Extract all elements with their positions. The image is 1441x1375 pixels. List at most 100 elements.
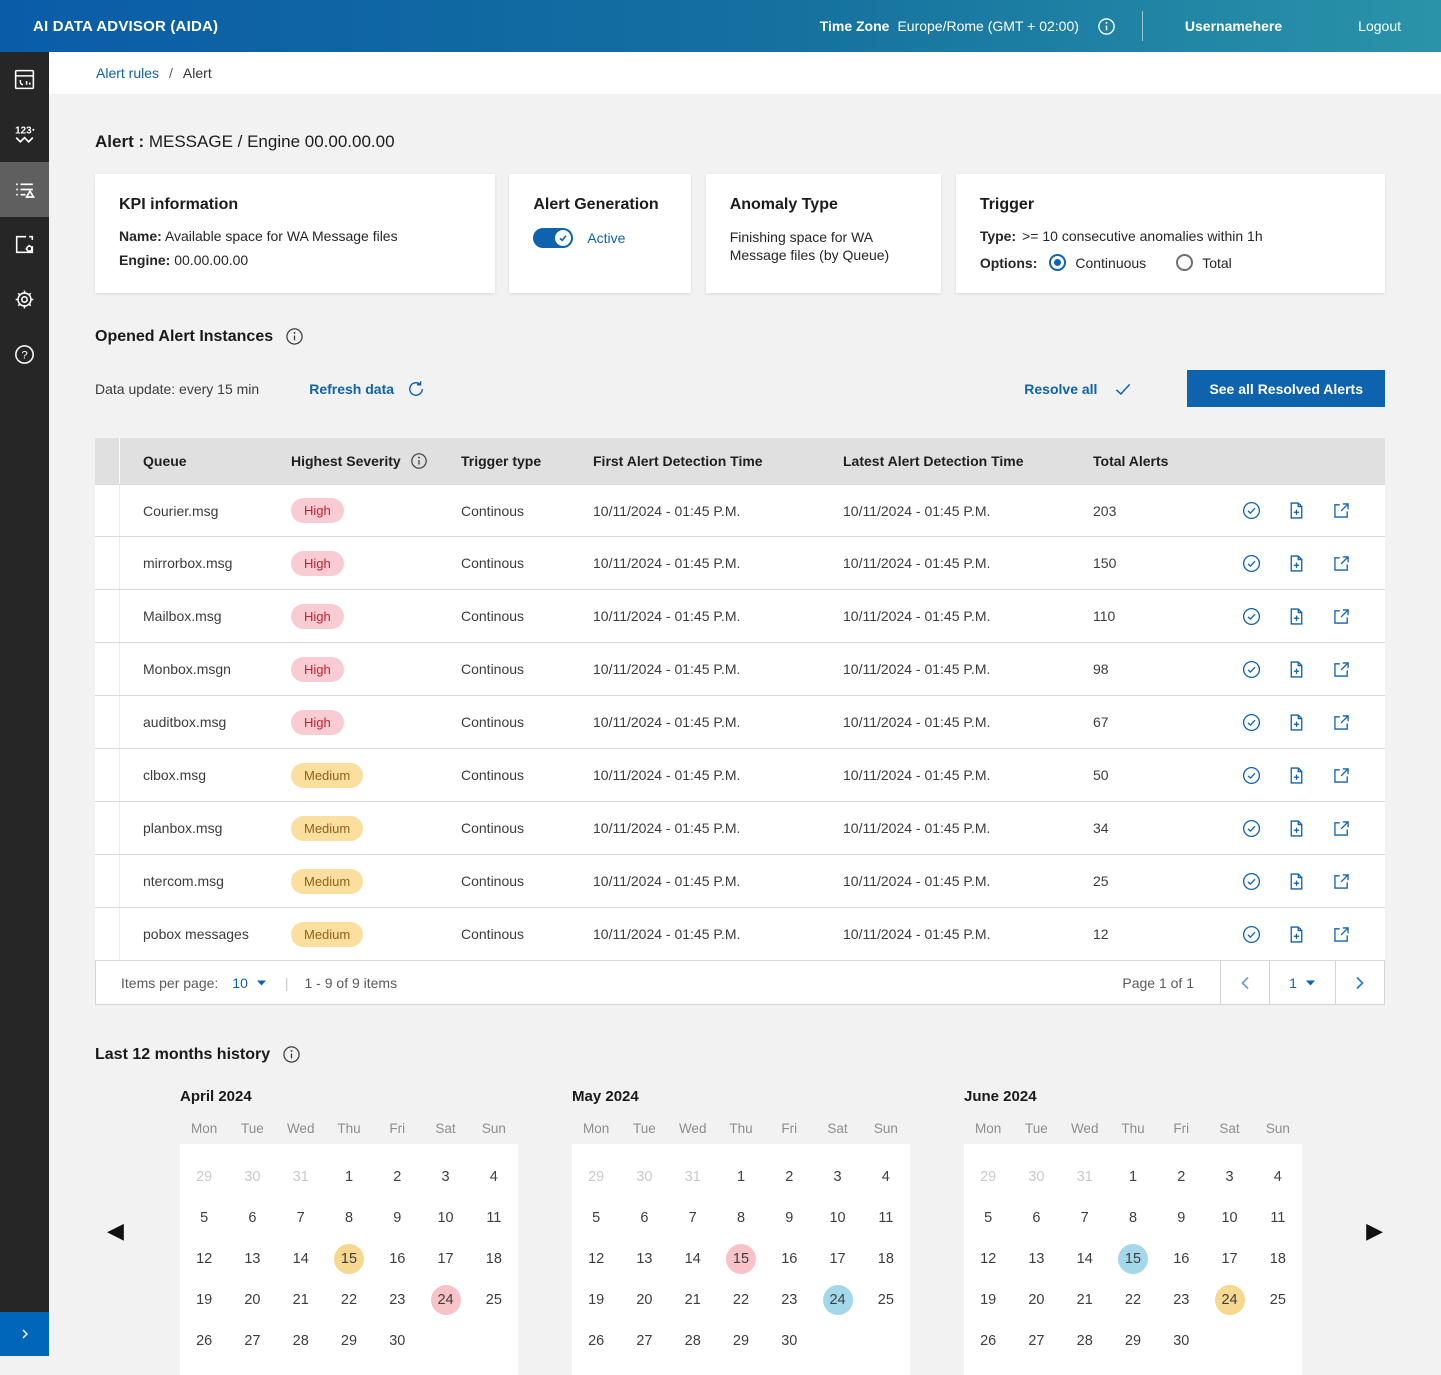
radio-total-label: Total xyxy=(1202,255,1232,271)
sidebar-item-kpi-trend[interactable]: 123 xyxy=(0,107,49,162)
calendar-day: 7 xyxy=(678,1203,708,1233)
calendar-day: 2 xyxy=(382,1162,412,1192)
resolve-check-circle-icon[interactable] xyxy=(1241,818,1262,839)
trigger-card: Trigger Type: >= 10 consecutive anomalie… xyxy=(956,174,1385,293)
calendar-day-cell: 19 xyxy=(964,1279,1012,1320)
sidebar-item-help[interactable]: ? xyxy=(0,327,49,382)
calendar-day-cell: 5 xyxy=(572,1197,620,1238)
sidebar-item-alert-rules[interactable] xyxy=(0,162,49,217)
history-info-icon[interactable] xyxy=(282,1045,301,1064)
radio-continuous[interactable] xyxy=(1049,254,1066,271)
queue-cell: Courier.msg xyxy=(120,503,268,519)
refresh-data-button[interactable]: Refresh data xyxy=(309,379,426,399)
calendar-day: 10 xyxy=(823,1203,853,1233)
opened-instances-info-icon[interactable] xyxy=(285,327,304,346)
report-file-plus-icon[interactable] xyxy=(1286,924,1307,945)
calendar-day-cell: 11 xyxy=(470,1197,518,1238)
timezone-info-icon[interactable] xyxy=(1097,17,1116,36)
open-external-link-icon[interactable] xyxy=(1331,924,1352,945)
open-external-link-icon[interactable] xyxy=(1331,606,1352,627)
report-file-plus-icon[interactable] xyxy=(1286,500,1307,521)
resolve-check-circle-icon[interactable] xyxy=(1241,553,1262,574)
username[interactable]: Usernamehere xyxy=(1185,18,1282,34)
calendar-day-cell xyxy=(470,1320,518,1361)
first-detection-cell: 10/11/2024 - 01:45 P.M. xyxy=(570,767,820,783)
calendar-day-cell: 19 xyxy=(180,1279,228,1320)
queue-cell: ntercom.msg xyxy=(120,873,268,889)
calendar-day-cell: 19 xyxy=(572,1279,620,1320)
items-per-page-select[interactable]: 10 xyxy=(232,975,267,991)
next-page-button[interactable] xyxy=(1335,961,1384,1004)
resolve-check-circle-icon[interactable] xyxy=(1241,659,1262,680)
open-external-link-icon[interactable] xyxy=(1331,871,1352,892)
resolve-all-button[interactable]: Resolve all xyxy=(1024,379,1133,399)
report-file-plus-icon[interactable] xyxy=(1286,765,1307,786)
row-expand-cell xyxy=(95,855,120,907)
resolve-check-circle-icon[interactable] xyxy=(1241,765,1262,786)
sidebar-item-engine-config[interactable] xyxy=(0,217,49,272)
sidebar-item-settings[interactable] xyxy=(0,272,49,327)
calendar-next-arrow[interactable]: ▶ xyxy=(1366,1220,1383,1242)
calendar-day: 7 xyxy=(286,1203,316,1233)
latest-detection-cell: 10/11/2024 - 01:45 P.M. xyxy=(820,503,1070,519)
calendar-day: 6 xyxy=(1021,1203,1051,1233)
calendar-day-cell: 20 xyxy=(620,1279,668,1320)
calendar-day-cell: 30 xyxy=(373,1320,421,1361)
alert-table-body: Courier.msg High Continous 10/11/2024 - … xyxy=(95,484,1385,961)
severity-badge: High xyxy=(291,657,344,682)
open-external-link-icon[interactable] xyxy=(1331,818,1352,839)
open-external-link-icon[interactable] xyxy=(1331,712,1352,733)
report-file-plus-icon[interactable] xyxy=(1286,818,1307,839)
table-row: mirrorbox.msg High Continous 10/11/2024 … xyxy=(95,537,1385,590)
calendar-day-cell: 13 xyxy=(620,1238,668,1279)
queue-cell: Mailbox.msg xyxy=(120,608,268,624)
report-file-plus-icon[interactable] xyxy=(1286,553,1307,574)
calendar-day-cell: 27 xyxy=(1012,1320,1060,1361)
report-file-plus-icon[interactable] xyxy=(1286,871,1307,892)
calendar-prev-arrow[interactable]: ◀ xyxy=(107,1220,124,1242)
calendar-day-cell: 22 xyxy=(1109,1279,1157,1320)
calendar-day: 26 xyxy=(581,1326,611,1356)
resolve-check-circle-icon[interactable] xyxy=(1241,871,1262,892)
open-external-link-icon[interactable] xyxy=(1331,553,1352,574)
resolve-check-circle-icon[interactable] xyxy=(1241,500,1262,521)
sidebar-expand-button[interactable] xyxy=(0,1312,49,1356)
total-alerts-cell: 67 xyxy=(1070,714,1217,730)
calendar-day: 27 xyxy=(629,1326,659,1356)
help-icon: ? xyxy=(12,342,37,367)
kpi-engine-value: 00.00.00.00 xyxy=(174,252,248,268)
radio-total[interactable] xyxy=(1176,254,1193,271)
open-external-link-icon[interactable] xyxy=(1331,500,1352,521)
calendar-day-cell: 24 xyxy=(421,1279,469,1320)
weekday-label: Sun xyxy=(470,1121,518,1136)
table-row: Mailbox.msg High Continous 10/11/2024 - … xyxy=(95,590,1385,643)
page-title-prefix: Alert : xyxy=(95,132,144,151)
check-icon xyxy=(1113,379,1133,399)
report-file-plus-icon[interactable] xyxy=(1286,659,1307,680)
breadcrumb-alert-rules-link[interactable]: Alert rules xyxy=(96,65,159,81)
total-alerts-cell: 150 xyxy=(1070,555,1217,571)
report-file-plus-icon[interactable] xyxy=(1286,712,1307,733)
open-external-link-icon[interactable] xyxy=(1331,659,1352,680)
weekday-label: Thu xyxy=(717,1121,765,1136)
calendar-day-cell: 25 xyxy=(1254,1279,1302,1320)
calendar-day-cell: 23 xyxy=(373,1279,421,1320)
calendar-day: 30 xyxy=(237,1162,267,1192)
alert-generation-toggle[interactable] xyxy=(533,228,573,248)
previous-page-button[interactable] xyxy=(1220,961,1269,1004)
resolve-check-circle-icon[interactable] xyxy=(1241,712,1262,733)
logout-button[interactable]: Logout xyxy=(1358,18,1401,34)
calendar-day: 29 xyxy=(581,1162,611,1192)
open-external-link-icon[interactable] xyxy=(1331,765,1352,786)
row-expand-cell xyxy=(95,802,120,854)
resolve-check-circle-icon[interactable] xyxy=(1241,606,1262,627)
calendar-day-cell: 12 xyxy=(180,1238,228,1279)
calendar-day-cell: 1 xyxy=(1109,1156,1157,1197)
see-all-resolved-alerts-button[interactable]: See all Resolved Alerts xyxy=(1187,370,1385,407)
severity-info-icon[interactable] xyxy=(410,452,428,470)
resolve-check-circle-icon[interactable] xyxy=(1241,924,1262,945)
page-number-select[interactable]: 1 xyxy=(1269,961,1335,1004)
sidebar-item-dashboard[interactable] xyxy=(0,52,49,107)
report-file-plus-icon[interactable] xyxy=(1286,606,1307,627)
calendar-day-cell: 12 xyxy=(964,1238,1012,1279)
